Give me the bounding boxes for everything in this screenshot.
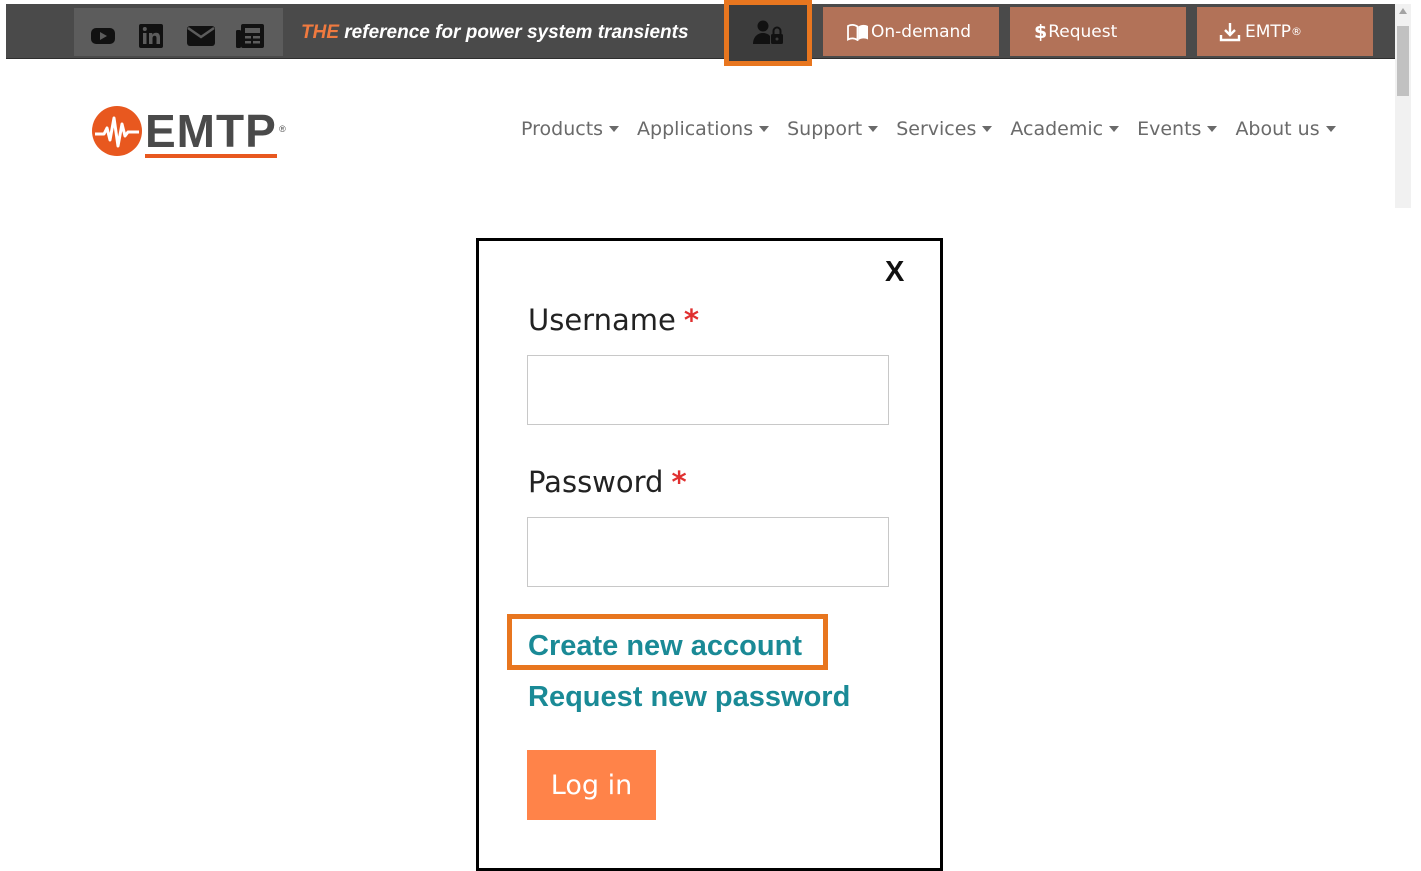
nav-products[interactable]: Products <box>521 118 620 140</box>
logo-wordmark: EMTP ® <box>145 105 286 158</box>
tagline-prefix: THE <box>301 22 339 43</box>
caret-down-icon <box>1109 126 1120 132</box>
logo-underline <box>145 154 277 158</box>
top-bar: THE reference for power system transient… <box>6 0 1395 66</box>
emtp-logo[interactable]: EMTP ® <box>92 104 286 158</box>
request-label: Request <box>1048 21 1118 42</box>
on-demand-label: On-demand <box>871 21 972 42</box>
caret-down-icon <box>868 126 879 132</box>
nav-support[interactable]: Support <box>787 118 879 140</box>
required-asterisk: * <box>683 303 700 337</box>
emtp-registered-mark: ® <box>1291 25 1303 38</box>
nav-label: Services <box>896 118 977 140</box>
login-modal: X Username * Password * Create new account… <box>476 238 943 871</box>
caret-down-icon <box>1325 126 1336 132</box>
nav-academic[interactable]: Academic <box>1010 118 1120 140</box>
caret-down-icon <box>1207 126 1218 132</box>
caret-down-icon <box>982 126 993 132</box>
required-asterisk: * <box>671 465 687 499</box>
password-label: Password * <box>528 465 687 499</box>
create-account-link[interactable]: Create new account <box>528 630 802 663</box>
username-label: Username * <box>528 303 699 337</box>
password-label-text: Password <box>528 465 664 499</box>
nav-label: Academic <box>1010 118 1104 140</box>
emtp-label: EMTP <box>1245 21 1292 42</box>
password-input[interactable] <box>527 517 889 587</box>
scroll-thumb[interactable] <box>1397 26 1409 96</box>
login-toggle-button[interactable] <box>724 0 812 66</box>
scroll-up-arrow-icon[interactable] <box>1399 8 1407 14</box>
nav-applications[interactable]: Applications <box>637 118 770 140</box>
close-button[interactable]: X <box>885 256 904 289</box>
main-nav: Products Applications Support Services A… <box>521 118 1354 140</box>
logo-waveform-icon <box>92 106 142 156</box>
tagline: THE reference for power system transient… <box>301 22 689 44</box>
email-icon[interactable] <box>186 21 216 51</box>
logo-registered-mark: ® <box>279 124 287 134</box>
nav-label: Products <box>521 118 604 140</box>
user-lock-icon <box>753 20 783 44</box>
username-label-text: Username <box>528 303 676 337</box>
vertical-scrollbar[interactable] <box>1395 4 1411 208</box>
linkedin-icon[interactable] <box>136 21 166 51</box>
download-icon <box>1219 22 1241 41</box>
caret-down-icon <box>609 126 620 132</box>
youtube-icon[interactable] <box>88 21 118 51</box>
nav-events[interactable]: Events <box>1137 118 1218 140</box>
newsletter-icon[interactable] <box>235 21 265 51</box>
tagline-text: reference for power system transients <box>339 22 689 43</box>
nav-label: Events <box>1137 118 1202 140</box>
nav-label: Support <box>787 118 863 140</box>
nav-services[interactable]: Services <box>896 118 993 140</box>
login-button[interactable]: Log in <box>527 750 656 820</box>
nav-about-us[interactable]: About us <box>1235 118 1336 140</box>
open-book-icon <box>847 23 868 41</box>
emtp-download-button[interactable]: EMTP ® <box>1197 7 1373 56</box>
caret-down-icon <box>759 126 770 132</box>
dollar-icon: $ <box>1034 20 1048 43</box>
logo-text: EMTP <box>145 105 277 157</box>
social-links <box>74 8 283 56</box>
on-demand-button[interactable]: On-demand <box>823 7 999 56</box>
username-input[interactable] <box>527 355 889 425</box>
nav-label: About us <box>1235 118 1320 140</box>
request-password-link[interactable]: Request new password <box>528 681 850 714</box>
nav-label: Applications <box>637 118 754 140</box>
request-button[interactable]: $ Request <box>1010 7 1186 56</box>
